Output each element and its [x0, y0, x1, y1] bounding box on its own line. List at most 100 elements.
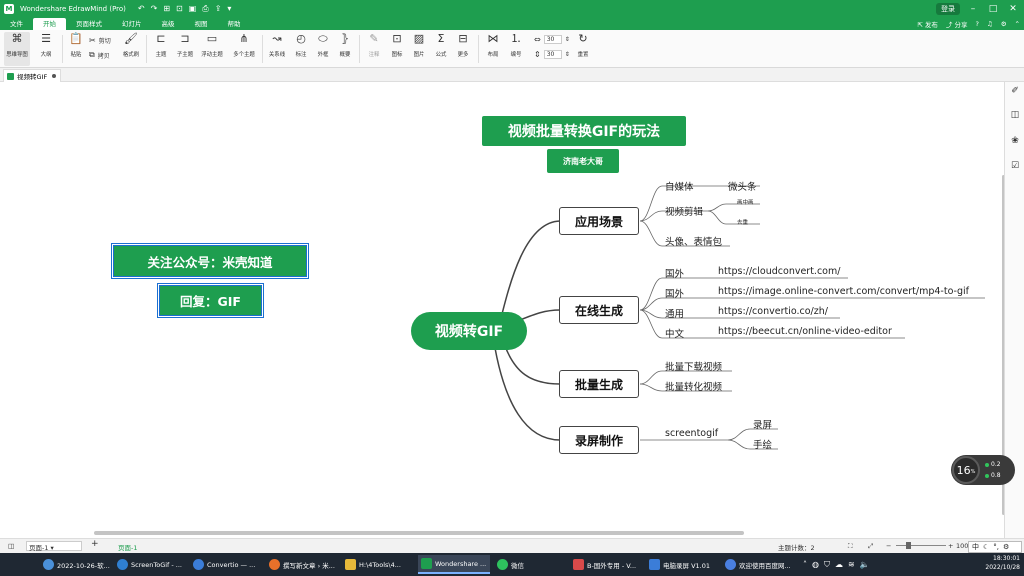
menu-view[interactable]: 视图 [185, 18, 218, 30]
reset-button[interactable]: ↻ 重置 [570, 32, 596, 58]
notification-icon[interactable]: ♫ [987, 20, 993, 28]
subtopic-video-editing[interactable]: 视频剪辑 [665, 204, 703, 218]
volume-icon[interactable]: 🔈 [860, 560, 870, 569]
mindmap-view-button[interactable]: ⌘ 思维导图 [4, 32, 30, 66]
relationship-button[interactable]: ↝ 关系线 [264, 32, 290, 58]
subtopic-hand-draw[interactable]: 手绘 [753, 437, 772, 451]
paste-button[interactable]: 📋 粘贴 [63, 32, 89, 58]
ime-toolbar[interactable]: 中 ☾ °, ⚙ [968, 541, 1022, 553]
branch-batch-generation[interactable]: 批量生成 [559, 370, 639, 398]
subtopic-self-media[interactable]: 自媒体 [665, 179, 694, 193]
close-icon[interactable]: ✕ [1006, 4, 1020, 14]
spinner-icon[interactable]: ⇕ [565, 36, 570, 43]
taskbar-item-10[interactable]: 欢迎使用百度网... [722, 555, 794, 574]
numbering-button[interactable]: ⒈ 编号 [503, 32, 529, 58]
publish-button[interactable]: ⇱ 发布 [917, 19, 938, 29]
subtopic-micro-headline[interactable]: 微头条 [728, 179, 757, 193]
subtopic-pip[interactable]: 画中画 [737, 198, 754, 206]
horizontal-scrollbar[interactable] [94, 531, 744, 535]
taskbar-item-4[interactable]: 撰写新文章 › 米... [266, 555, 338, 574]
document-tab[interactable]: 视频转GIF [3, 69, 61, 82]
taskbar-item-5[interactable]: H:\4Tools\4... [342, 555, 414, 574]
save-icon[interactable]: ▣ [189, 4, 197, 14]
url-cloudconvert[interactable]: https://cloudconvert.com/ [718, 266, 840, 277]
taskbar-item-9[interactable]: 电脑录屏 V1.01 [646, 555, 718, 574]
taskbar-item-8[interactable]: B-国外专用 - V... [570, 555, 642, 574]
subtopic-general[interactable]: 通用 [665, 306, 684, 320]
add-page-icon[interactable]: + [91, 539, 99, 549]
export-icon[interactable]: ⇪ [215, 4, 222, 14]
unsaved-dot-icon[interactable] [52, 74, 56, 78]
subtopic-screentogif[interactable]: screentogif [665, 428, 718, 439]
subtopic-record[interactable]: 录屏 [753, 417, 772, 431]
taskbar-item-2[interactable]: ScreenToGif - ... [114, 555, 186, 574]
central-topic[interactable]: 视频转GIF [411, 312, 527, 350]
chevron-up-icon[interactable]: ˄ [803, 560, 807, 569]
redo-icon[interactable]: ↷ [151, 4, 158, 14]
page-list-icon[interactable]: ◫ [8, 542, 14, 550]
settings-icon[interactable]: ⚙ [1001, 20, 1007, 28]
format-panel-icon[interactable]: ✐ [1009, 85, 1021, 97]
horizontal-spacing-input[interactable]: 30 [543, 35, 562, 44]
map-subtitle[interactable]: 济南老大哥 [547, 149, 619, 173]
zoom-out-icon[interactable]: − [886, 542, 891, 550]
subtopic-button[interactable]: ⊐ 子主题 [172, 32, 198, 58]
punctuation-icon[interactable]: °, [993, 543, 999, 551]
menu-slides[interactable]: 幻灯片 [112, 18, 152, 30]
subtopic-batch-download[interactable]: 批量下载视频 [665, 359, 722, 373]
zoom-slider-track[interactable] [896, 545, 946, 546]
url-convertio[interactable]: https://convertio.co/zh/ [718, 306, 828, 317]
subtopic-avatar-emoji[interactable]: 头像、表情包 [665, 234, 722, 248]
page-tab[interactable]: 页面-1 [118, 542, 137, 552]
zoom-slider-knob[interactable] [906, 542, 911, 549]
multiple-topics-button[interactable]: ⋔ 多个主题 [231, 32, 257, 58]
branch-online-generation[interactable]: 在线生成 [559, 296, 639, 324]
map-title[interactable]: 视频批量转换GIF的玩法 [482, 116, 686, 146]
shield-icon[interactable]: ⛉ [824, 560, 830, 570]
subtopic-foreign-2[interactable]: 国外 [665, 286, 684, 300]
branch-screen-recording[interactable]: 录屏制作 [559, 426, 639, 454]
taskbar-item-7[interactable]: 微信 [494, 555, 566, 574]
floating-topic-button[interactable]: ▭ 浮动主题 [199, 32, 225, 58]
zoom-in-icon[interactable]: + [948, 542, 953, 550]
outline-view-button[interactable]: ☰ 大纲 [33, 32, 59, 58]
page-select[interactable]: 页面-1 ▾ [26, 541, 82, 552]
new-icon[interactable]: ⊞ [163, 4, 170, 14]
login-button[interactable]: 登录 [936, 2, 960, 15]
clipart-panel-icon[interactable]: ❀ [1009, 135, 1021, 147]
floating-topic-follow[interactable]: 关注公众号：米壳知道 [111, 243, 309, 279]
url-beecut[interactable]: https://beecut.cn/online-video-editor [718, 326, 892, 337]
wifi-icon[interactable]: ≋ [848, 560, 855, 569]
collapse-ribbon-icon[interactable]: ⌃ [1015, 20, 1020, 28]
taskbar-item-6[interactable]: Wondershare ... [418, 555, 490, 574]
undo-icon[interactable]: ↶ [138, 4, 145, 14]
share-button[interactable]: ⤴ 分享 [946, 19, 968, 29]
theme-panel-icon[interactable]: ◫ [1009, 109, 1021, 121]
menu-file[interactable]: 文件 [0, 18, 33, 30]
cloud-icon[interactable]: ☁ [835, 560, 843, 569]
mindmap-canvas[interactable]: 视频批量转换GIF的玩法 济南老大哥 视频转GIF 关注公众号：米壳知道 回复：… [0, 82, 1002, 538]
print-icon[interactable]: ⎙ [202, 4, 208, 14]
network-icon[interactable]: ◍ [812, 560, 819, 569]
ime-settings-icon[interactable]: ⚙ [1003, 543, 1009, 551]
summary-button[interactable]: ⦄ 概要 [332, 32, 358, 58]
menu-home[interactable]: 开始 [33, 18, 66, 30]
cut-button[interactable]: ✂ 剪切 [89, 36, 111, 45]
format-painter-button[interactable]: 🖌 格式刷 [118, 32, 144, 58]
floating-topic-reply[interactable]: 回复：GIF [157, 283, 264, 318]
moon-icon[interactable]: ☾ [983, 543, 989, 551]
task-panel-icon[interactable]: ☑ [1009, 160, 1021, 172]
subtopic-chinese[interactable]: 中文 [665, 326, 684, 340]
topic-button[interactable]: ⊏ 主题 [148, 32, 174, 58]
fit-page-icon[interactable]: ⛶ [848, 542, 853, 551]
taskbar-item-3[interactable]: Convertio — ... [190, 555, 262, 574]
spinner-icon[interactable]: ⇕ [565, 51, 570, 58]
menu-page-style[interactable]: 页面样式 [66, 18, 112, 30]
network-speed-widget[interactable]: 16% 0.2 0.8 [951, 455, 1015, 485]
subtopic-dedupe[interactable]: 去重 [737, 218, 748, 226]
subtopic-foreign-1[interactable]: 国外 [665, 266, 684, 280]
dropdown-icon[interactable]: ▾ [227, 4, 231, 14]
copy-button[interactable]: ⧉ 拷贝 [89, 50, 110, 60]
minimize-icon[interactable]: – [966, 4, 980, 14]
open-icon[interactable]: ⊡ [176, 4, 183, 14]
